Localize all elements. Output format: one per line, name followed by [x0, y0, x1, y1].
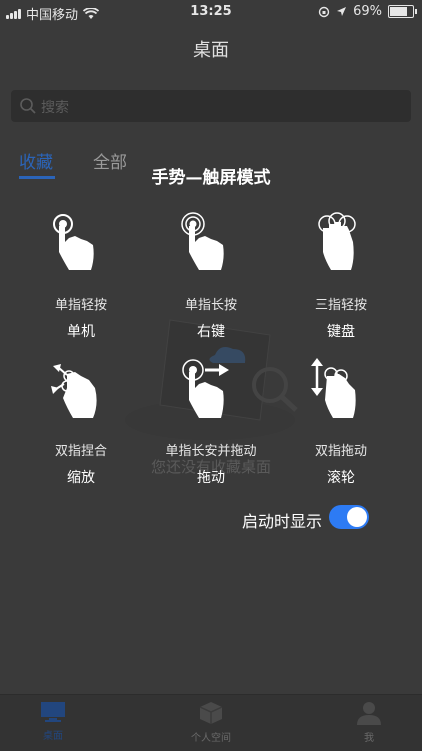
gesture-action: 滚轮: [327, 470, 355, 486]
page-title: 桌面: [193, 40, 229, 61]
gesture-single-tap: 单指轻按 单机: [11, 212, 151, 341]
single-tap-icon: [53, 214, 94, 270]
gesture-action: 单机: [67, 324, 95, 340]
battery-icon: [388, 5, 417, 18]
pinch-icon: [51, 364, 97, 418]
gesture-two-finger-drag: 双指拖动 滚轮: [271, 358, 411, 487]
show-on-start-label: 启动时显示: [241, 512, 322, 531]
gesture-press-drag: 单指长安并拖动 拖动: [141, 358, 281, 487]
status-bar: 中国移动 13:25 69%: [0, 0, 422, 24]
gesture-pinch: 双指捏合 缩放: [11, 358, 151, 487]
gesture-name: 三指轻按: [314, 298, 367, 313]
tabbar-item-desktop[interactable]: 桌面: [13, 701, 93, 742]
bottom-tab-bar: 桌面 个人空间 我: [0, 694, 422, 751]
cube-icon: [199, 702, 223, 724]
desktop-icon: [41, 702, 65, 722]
battery-percent: 69%: [353, 4, 382, 19]
search-input[interactable]: 搜索: [41, 97, 69, 117]
two-finger-drag-icon: [311, 358, 356, 418]
tabbar-label-desktop: 桌面: [43, 731, 63, 742]
toggle-knob: [347, 507, 367, 527]
battery-fill: [390, 7, 407, 16]
long-press-icon: [181, 212, 224, 270]
tabbar-label-personal-space: 个人空间: [191, 733, 231, 744]
search-icon: [20, 98, 36, 114]
gesture-guide-title: 手势—触屏模式: [151, 168, 271, 188]
show-on-start-toggle[interactable]: [329, 505, 369, 529]
status-right: 69%: [318, 4, 417, 19]
gesture-name: 单指长按: [184, 298, 237, 313]
tabbar-item-me[interactable]: 我: [329, 701, 409, 744]
tabbar-label-me: 我: [364, 733, 374, 744]
location-icon: [337, 7, 347, 16]
gesture-action: 右键: [197, 324, 225, 340]
search-bar[interactable]: 搜索: [11, 90, 411, 122]
tabbar-item-personal-space[interactable]: 个人空间: [171, 701, 251, 744]
gesture-name: 双指拖动: [314, 444, 367, 459]
gesture-long-press: 单指长按 右键: [141, 212, 281, 341]
three-finger-tap-icon: [318, 212, 356, 270]
gesture-three-finger-tap: 三指轻按 键盘: [271, 212, 411, 341]
gesture-action: 键盘: [327, 324, 355, 340]
press-drag-icon: [182, 359, 229, 418]
gesture-action: 缩放: [67, 470, 95, 486]
orientation-lock-icon: [318, 6, 330, 17]
gesture-action: 拖动: [197, 470, 225, 486]
gesture-name: 单指轻按: [54, 298, 107, 313]
gesture-name: 双指捏合: [54, 444, 107, 459]
person-icon: [357, 702, 381, 725]
gesture-name: 单指长安并拖动: [165, 444, 257, 459]
